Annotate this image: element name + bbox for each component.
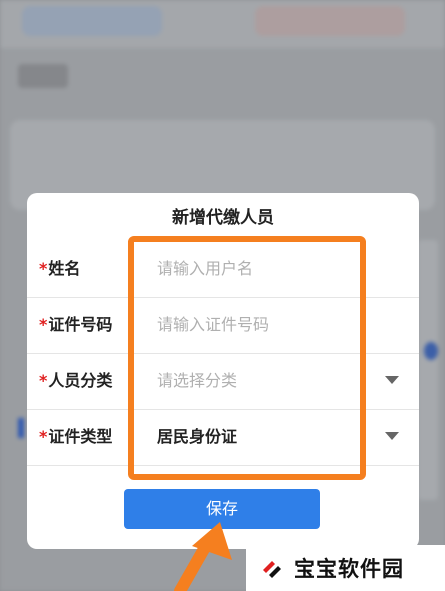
background-tab-right: [255, 6, 405, 36]
annotation-arrow-icon: [174, 522, 232, 591]
label-text: 人员分类: [48, 371, 113, 390]
watermark-text: 宝宝软件园: [294, 557, 404, 581]
dialog-title: 新增代缴人员: [172, 208, 274, 228]
background-accent-mark: [18, 418, 24, 438]
background-right-panel: [418, 240, 438, 500]
chevron-down-icon[interactable]: [385, 376, 399, 384]
field-label-name: *姓名: [39, 241, 80, 297]
required-mark: *: [39, 427, 48, 446]
required-mark: *: [39, 371, 48, 390]
required-mark: *: [39, 259, 48, 278]
field-label-category: *人员分类: [39, 353, 112, 409]
watermark-logo-icon: [263, 561, 281, 578]
field-label-id-type: *证件类型: [39, 409, 112, 465]
required-mark: *: [39, 315, 48, 334]
background-indicator: [424, 342, 438, 360]
background-tab-left: [22, 6, 162, 36]
watermark: 宝宝软件园: [246, 545, 445, 591]
label-text: 姓名: [48, 259, 81, 278]
field-label-id-number: *证件号码: [39, 297, 112, 353]
background-title: [18, 64, 68, 88]
chevron-down-icon[interactable]: [385, 432, 399, 440]
annotation-highlight-box: [128, 236, 366, 480]
label-text: 证件号码: [48, 315, 113, 334]
label-text: 证件类型: [48, 427, 113, 446]
